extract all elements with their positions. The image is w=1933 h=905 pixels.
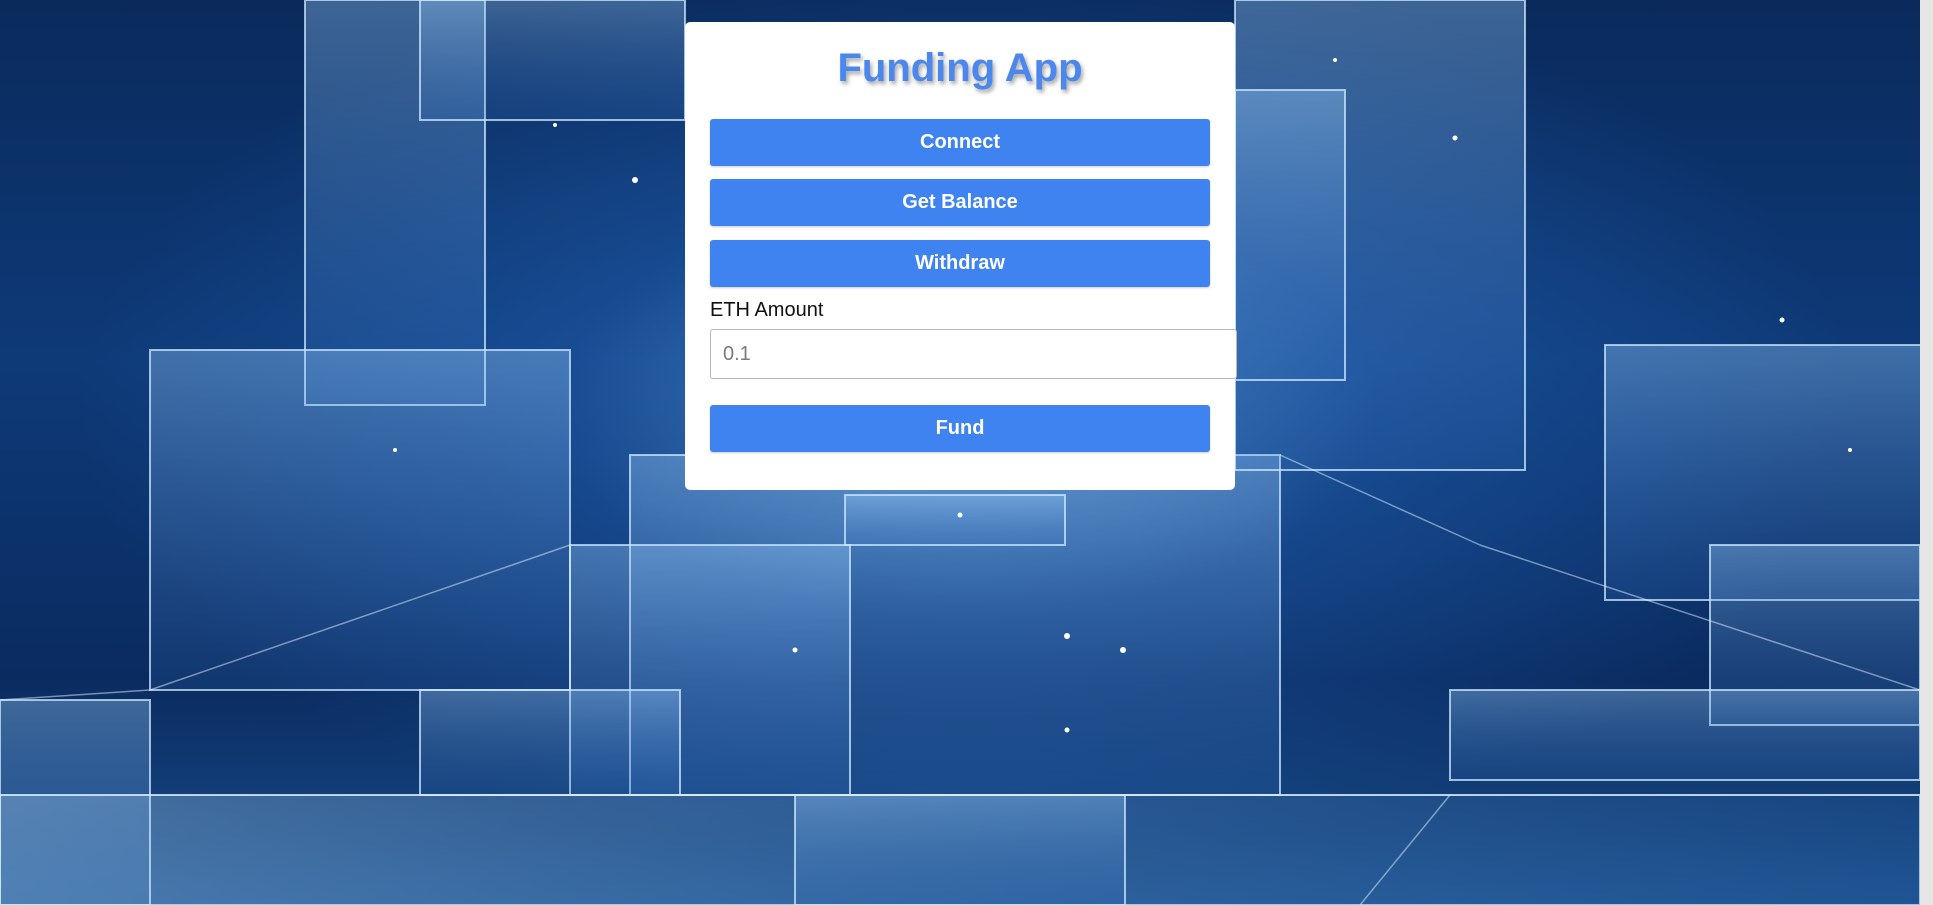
scrollbar-track[interactable]	[1920, 0, 1933, 905]
withdraw-button[interactable]: Withdraw	[710, 240, 1210, 287]
page-root: Funding App Connect Get Balance Withdraw…	[0, 0, 1933, 905]
eth-amount-input[interactable]	[710, 329, 1237, 379]
eth-amount-label: ETH Amount	[710, 299, 824, 321]
funding-card: Funding App Connect Get Balance Withdraw…	[685, 22, 1237, 490]
page-title: Funding App	[837, 46, 1083, 90]
fund-button[interactable]: Fund	[710, 405, 1210, 452]
get-balance-button[interactable]: Get Balance	[710, 179, 1210, 226]
connect-button[interactable]: Connect	[710, 119, 1210, 166]
